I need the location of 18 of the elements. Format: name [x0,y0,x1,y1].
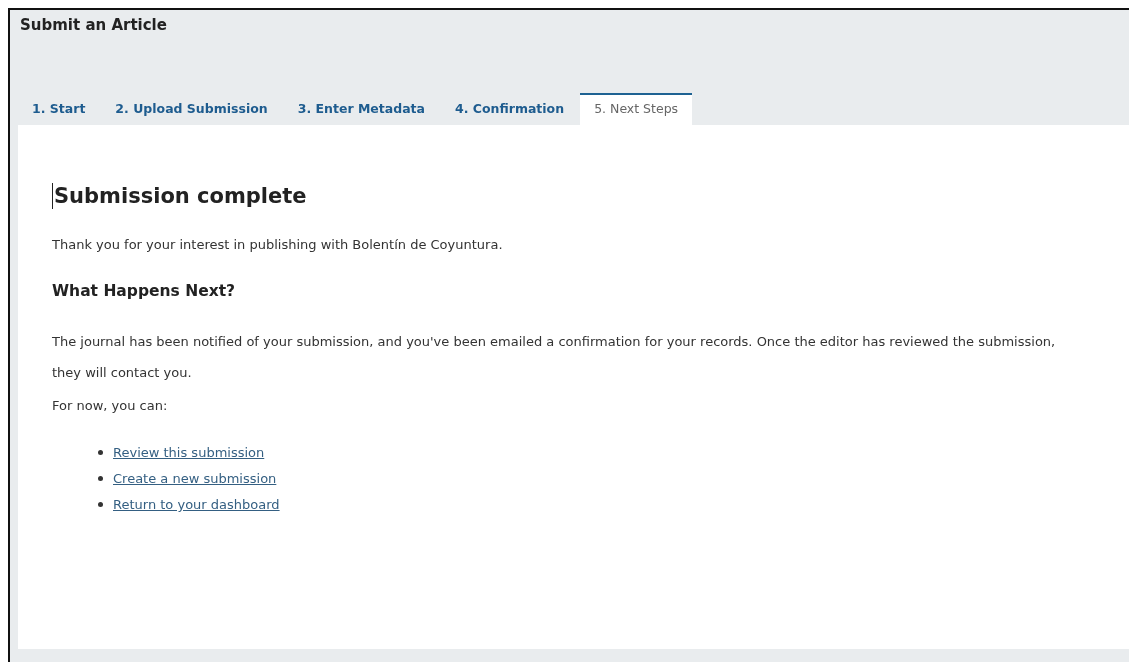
link[interactable]: Review this submission [113,445,265,460]
link[interactable]: Return to your dashboard [113,497,280,512]
step-tab[interactable]: 5. Next Steps [580,93,693,125]
step-tab[interactable]: 4. Confirmation [441,93,579,125]
heading: Submission complete [54,184,307,208]
step-tab[interactable]: 3. Enter Metadata [283,93,439,125]
bullet-icon [98,476,103,481]
intro-text: For now, you can: [52,397,169,415]
step-tab[interactable]: 1. Start [18,93,100,125]
link[interactable]: Create a new submission [113,471,277,486]
bullet-icon [98,450,103,455]
step-tab[interactable]: 2. Upload Submission [101,93,282,125]
text-cursor-icon [52,183,53,209]
bullet-icon [98,502,103,507]
thanks-text: Thank you for your interest in publishing with Bolentín de Coyuntura. [52,236,504,254]
paragraph: The journal has been notified of your submission, and you've been emailed a confirmation for your records. Once the editor has reviewed the submission, they will contact you. [52,333,1057,382]
page-title: Submit an Article [19,15,168,36]
subheading: What Happens Next? [52,282,237,300]
